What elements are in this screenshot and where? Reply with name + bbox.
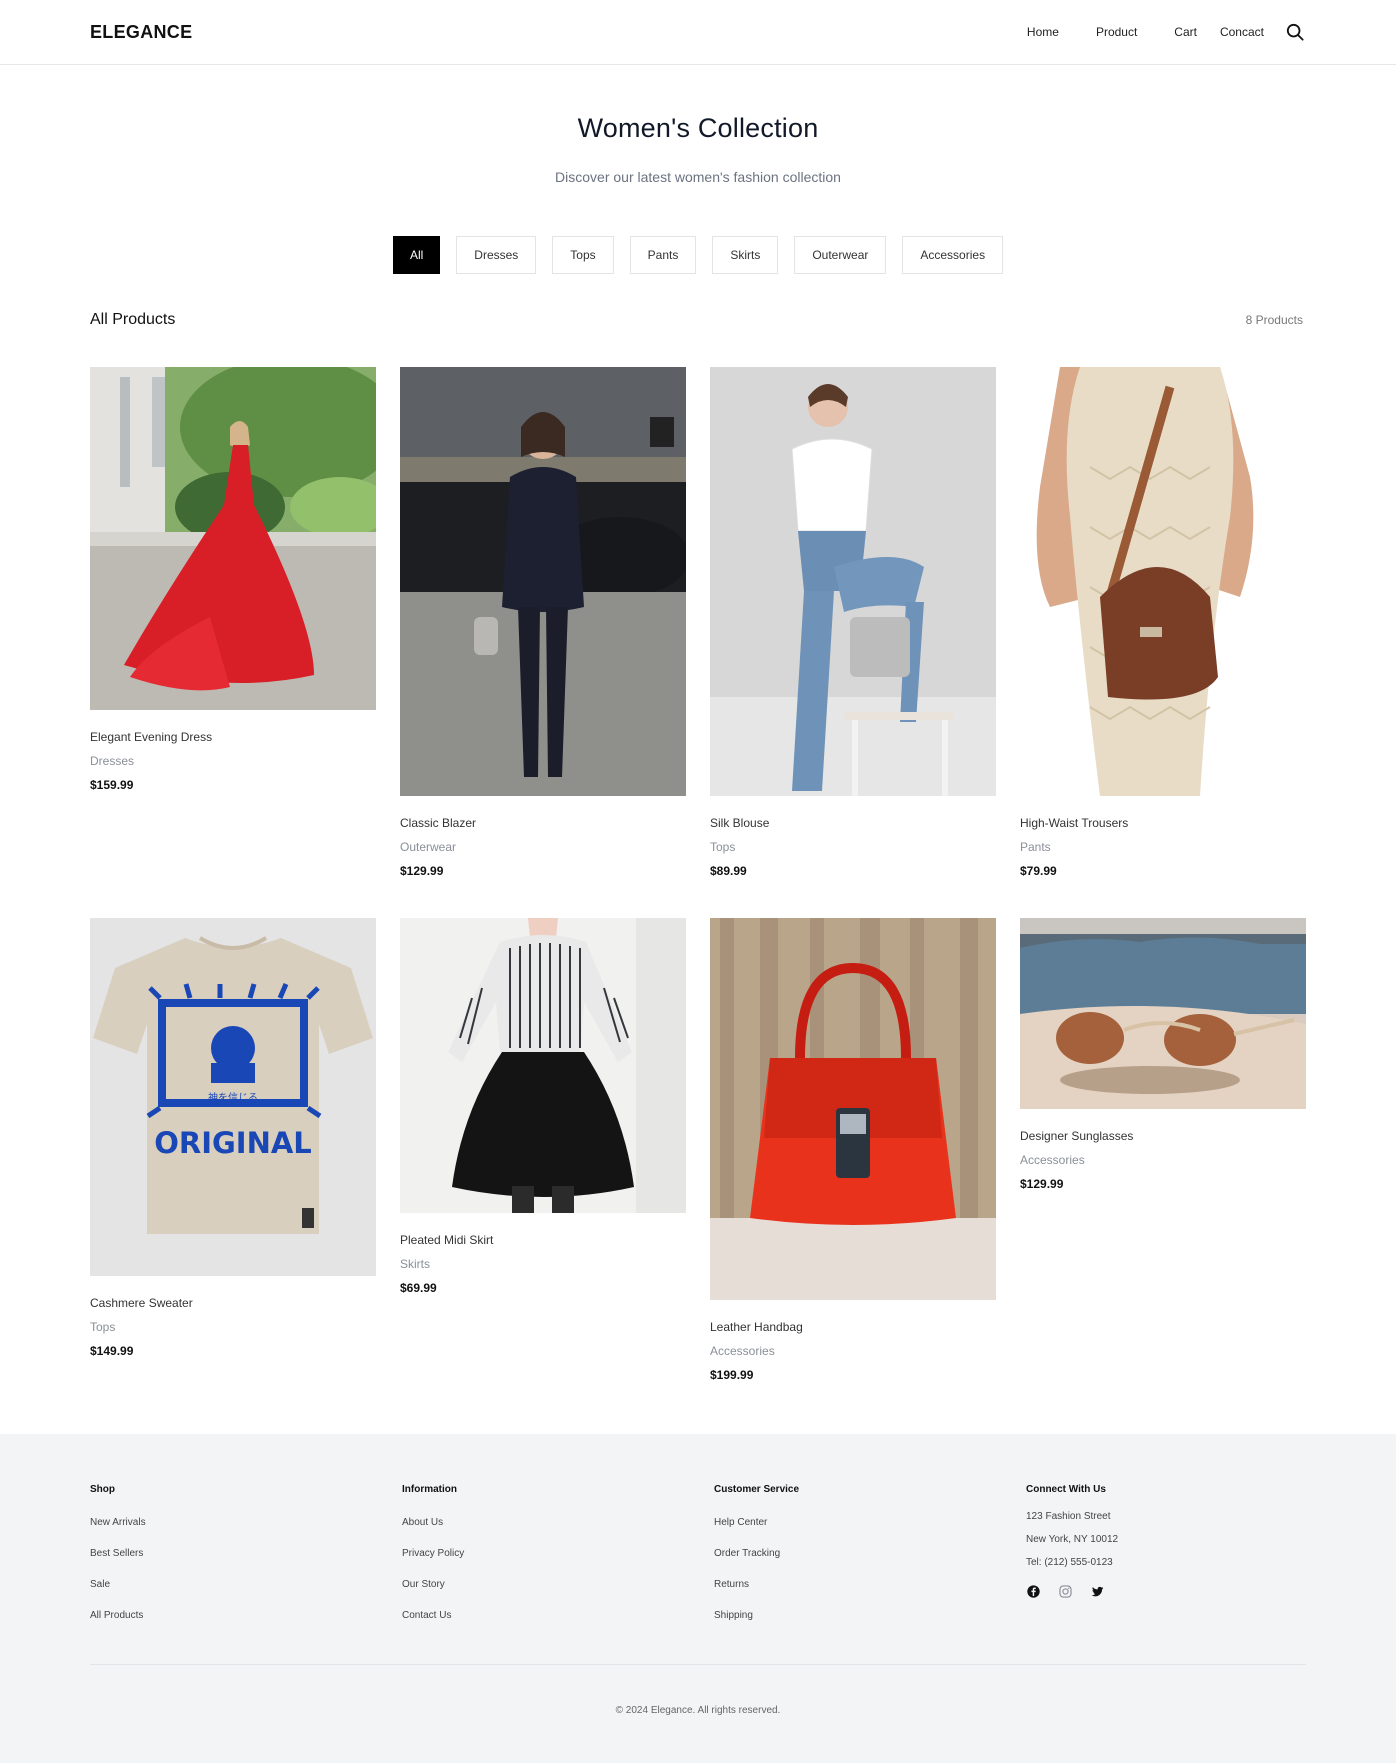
- product-card[interactable]: Elegant Evening Dress Dresses $159.99: [90, 367, 376, 792]
- product-category: Accessories: [710, 1344, 775, 1358]
- product-price: $129.99: [400, 864, 444, 878]
- product-card[interactable]: Designer Sunglasses Accessories $129.99: [1020, 918, 1306, 1191]
- product-image-classic-blazer[interactable]: [400, 367, 686, 796]
- product-name[interactable]: Leather Handbag: [710, 1320, 996, 1334]
- product-price: $79.99: [1020, 864, 1057, 878]
- product-name[interactable]: Pleated Midi Skirt: [400, 1233, 686, 1247]
- footer-link-our-story[interactable]: Our Story: [402, 1579, 445, 1590]
- product-card[interactable]: High-Waist Trousers Pants $79.99: [1020, 367, 1306, 878]
- instagram-icon[interactable]: [1058, 1584, 1072, 1598]
- footer-link-help-center[interactable]: Help Center: [714, 1517, 767, 1528]
- product-image-designer-sunglasses[interactable]: [1020, 918, 1306, 1109]
- footer-shop: Shop New Arrivals Best Sellers Sale All …: [90, 1484, 402, 1641]
- footer-link-about-us[interactable]: About Us: [402, 1517, 443, 1528]
- site-footer: Shop New Arrivals Best Sellers Sale All …: [0, 1434, 1396, 1763]
- footer-link-best-sellers[interactable]: Best Sellers: [90, 1548, 143, 1559]
- products-header: All Products 8 Products: [0, 311, 1396, 329]
- product-image-silk-blouse[interactable]: [710, 367, 996, 796]
- facebook-icon[interactable]: [1026, 1584, 1040, 1598]
- nav-product[interactable]: Product: [1096, 25, 1137, 39]
- search-icon[interactable]: [1284, 21, 1306, 43]
- filter-outerwear[interactable]: Outerwear: [794, 236, 887, 274]
- footer-heading: Shop: [90, 1484, 115, 1495]
- product-card[interactable]: Classic Blazer Outerwear $129.99: [400, 367, 686, 878]
- product-category: Pants: [1020, 840, 1051, 854]
- product-name[interactable]: Silk Blouse: [710, 816, 996, 830]
- product-name[interactable]: Elegant Evening Dress: [90, 730, 376, 744]
- product-card[interactable]: Pleated Midi Skirt Skirts $69.99: [400, 918, 686, 1295]
- product-image-high-waist-trousers[interactable]: [1020, 367, 1306, 796]
- twitter-icon[interactable]: [1090, 1584, 1104, 1598]
- product-price: $69.99: [400, 1281, 437, 1295]
- footer-heading: Connect With Us: [1026, 1484, 1106, 1495]
- footer-heading: Customer Service: [714, 1484, 800, 1495]
- filter-dresses[interactable]: Dresses: [456, 236, 537, 274]
- category-filters: All Dresses Tops Pants Skirts Outerwear …: [0, 236, 1396, 274]
- product-card[interactable]: Silk Blouse Tops $89.99: [710, 367, 996, 878]
- product-category: Tops: [90, 1320, 116, 1334]
- address-line-1: 123 Fashion Street: [1026, 1511, 1111, 1522]
- product-image-pleated-midi-skirt[interactable]: [400, 918, 686, 1213]
- product-image-evening-dress[interactable]: [90, 367, 376, 710]
- footer-heading: Information: [402, 1484, 457, 1495]
- page: ELEGANCE Home Product Cart Concact Women…: [0, 0, 1396, 1763]
- filter-skirts[interactable]: Skirts: [712, 236, 779, 274]
- footer-link-contact-us[interactable]: Contact Us: [402, 1610, 451, 1621]
- product-name[interactable]: Cashmere Sweater: [90, 1296, 376, 1310]
- product-image-cashmere-sweater[interactable]: 神を信じる ORIGINAL: [90, 918, 376, 1276]
- footer-divider: [90, 1664, 1306, 1665]
- site-header: ELEGANCE Home Product Cart Concact: [0, 0, 1396, 65]
- footer-link-privacy-policy[interactable]: Privacy Policy: [402, 1548, 464, 1559]
- product-card[interactable]: Leather Handbag Accessories $199.99: [710, 918, 996, 1382]
- nav-cart[interactable]: Cart: [1174, 25, 1197, 39]
- filter-accessories[interactable]: Accessories: [902, 236, 1004, 274]
- footer-link-all-products[interactable]: All Products: [90, 1610, 143, 1621]
- product-category: Skirts: [400, 1257, 430, 1271]
- footer-link-new-arrivals[interactable]: New Arrivals: [90, 1517, 146, 1528]
- product-name[interactable]: High-Waist Trousers: [1020, 816, 1306, 830]
- page-title: Women's Collection: [577, 113, 819, 143]
- product-category: Accessories: [1020, 1153, 1085, 1167]
- product-card[interactable]: 神を信じる ORIGINAL Cashmere Sweater Tops $14…: [90, 918, 376, 1358]
- product-category: Tops: [710, 840, 736, 854]
- main-nav: Home Product Cart Concact: [1027, 21, 1306, 43]
- product-category: Dresses: [90, 754, 135, 768]
- products-title: All Products: [90, 311, 176, 328]
- page-subtitle: Discover our latest women's fashion coll…: [555, 169, 841, 185]
- product-price: $159.99: [90, 778, 134, 792]
- product-price: $129.99: [1020, 1177, 1064, 1191]
- footer-information: Information About Us Privacy Policy Our …: [402, 1484, 714, 1641]
- nav-contact[interactable]: Concact: [1220, 25, 1264, 39]
- footer-connect: Connect With Us 123 Fashion Street New Y…: [1026, 1484, 1306, 1641]
- product-name[interactable]: Classic Blazer: [400, 816, 686, 830]
- hero: Women's Collection Discover our latest w…: [0, 65, 1396, 185]
- address-line-2: New York, NY 10012: [1026, 1534, 1119, 1545]
- footer-customer-service: Customer Service Help Center Order Track…: [714, 1484, 1026, 1641]
- product-price: $199.99: [710, 1368, 754, 1382]
- social-links: [1026, 1584, 1306, 1598]
- products-count: 8 Products: [1245, 313, 1303, 327]
- footer-link-sale[interactable]: Sale: [90, 1579, 110, 1590]
- product-image-leather-handbag[interactable]: [710, 918, 996, 1300]
- copyright: © 2024 Elegance. All rights reserved.: [615, 1705, 781, 1716]
- tshirt-kanji: 神を信じる: [208, 1091, 258, 1104]
- filter-tops[interactable]: Tops: [552, 236, 614, 274]
- product-name[interactable]: Designer Sunglasses: [1020, 1129, 1306, 1143]
- filter-all[interactable]: All: [392, 236, 441, 274]
- product-grid: Elegant Evening Dress Dresses $159.99 Cl…: [90, 367, 1306, 1382]
- product-price: $149.99: [90, 1344, 134, 1358]
- footer-link-order-tracking[interactable]: Order Tracking: [714, 1548, 780, 1559]
- footer-link-shipping[interactable]: Shipping: [714, 1610, 753, 1621]
- footer-link-returns[interactable]: Returns: [714, 1579, 749, 1590]
- tshirt-print-text: ORIGINAL: [154, 1126, 312, 1160]
- filter-pants[interactable]: Pants: [629, 236, 697, 274]
- phone-number: Tel: (212) 555-0123: [1026, 1557, 1113, 1568]
- product-price: $89.99: [710, 864, 747, 878]
- product-category: Outerwear: [400, 840, 457, 854]
- nav-home[interactable]: Home: [1027, 25, 1059, 39]
- logo[interactable]: ELEGANCE: [90, 22, 192, 43]
